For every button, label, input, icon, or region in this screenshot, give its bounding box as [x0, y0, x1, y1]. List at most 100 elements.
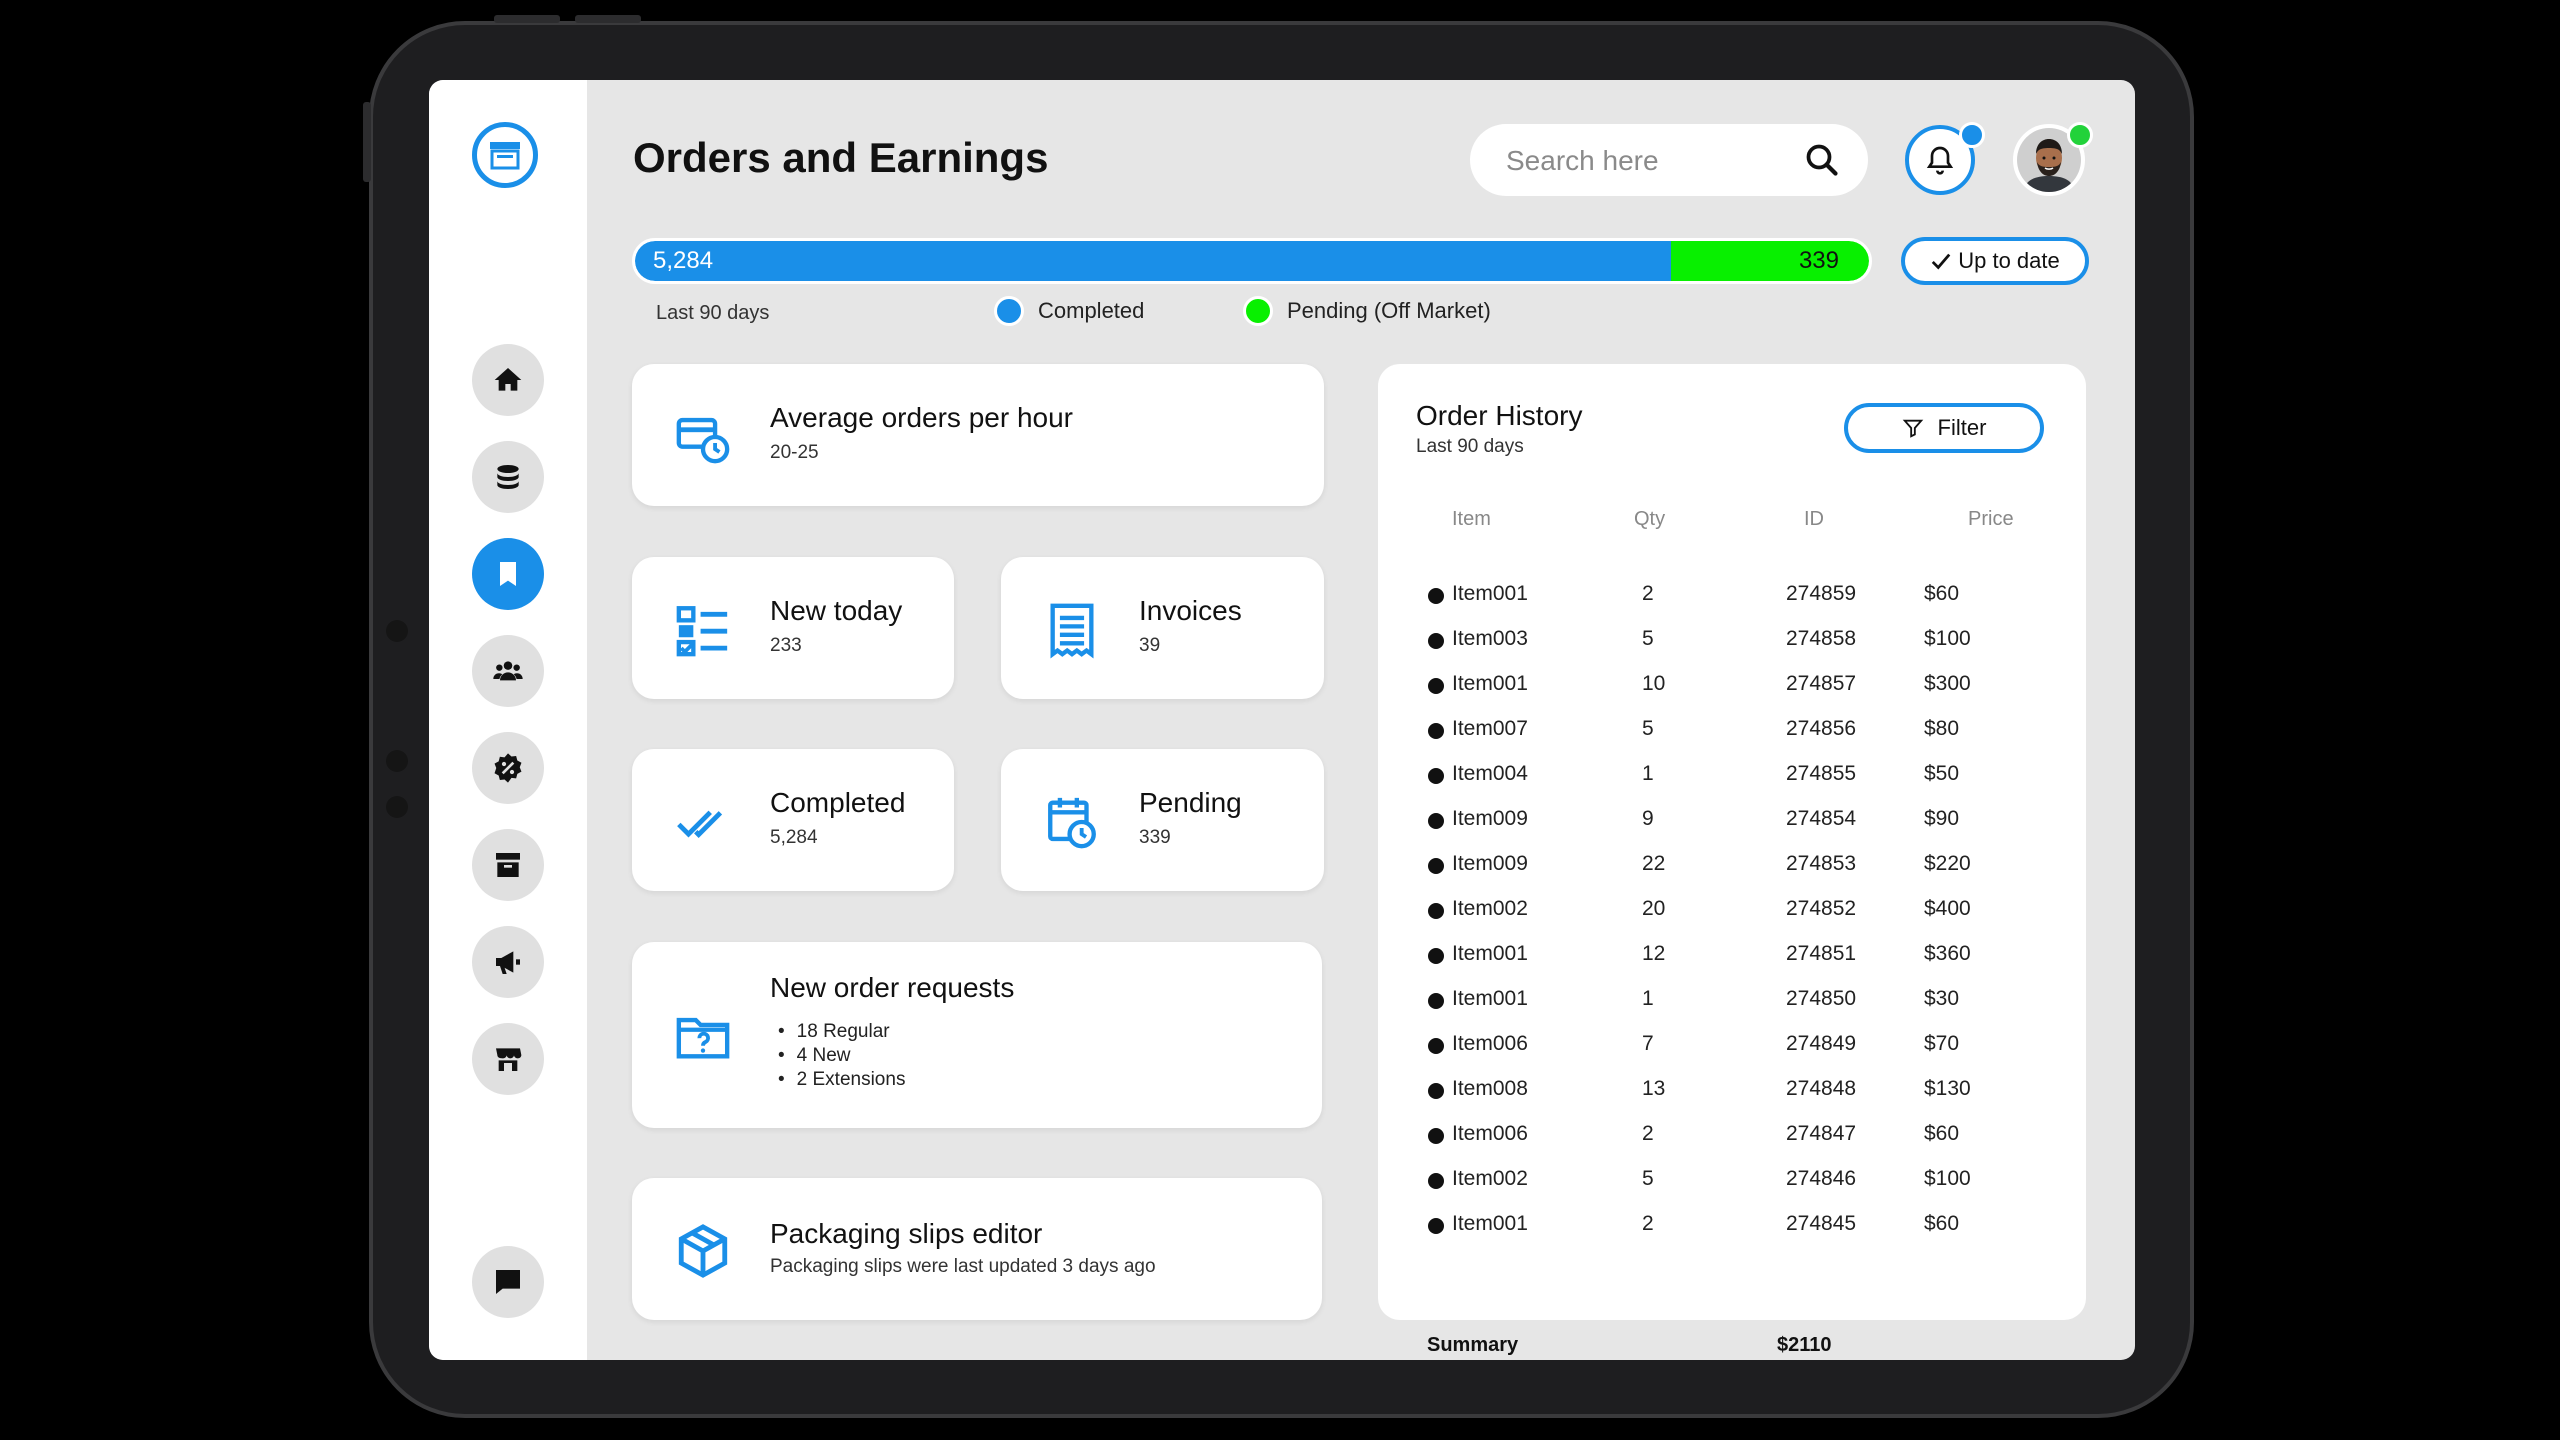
- cell-price: $60: [1924, 582, 1960, 605]
- sidebar-item-database[interactable]: [472, 441, 544, 513]
- table-row[interactable]: Item006 7 274849 $70: [1378, 1032, 2086, 1077]
- cell-id: 274859: [1786, 582, 1857, 605]
- invoices-title: Invoices: [1139, 595, 1242, 626]
- cell-item: Item004: [1452, 762, 1528, 785]
- cell-item: Item006: [1452, 1032, 1528, 1055]
- table-row[interactable]: Item007 5 274856 $80: [1378, 717, 2086, 762]
- cell-price: $130: [1924, 1077, 1971, 1100]
- new-today-card[interactable]: New today 233: [632, 557, 954, 699]
- row-bullet: [1428, 1083, 1444, 1099]
- pending-card[interactable]: Pending 339: [1001, 749, 1324, 891]
- sidebar-item-storefront[interactable]: [472, 1023, 544, 1095]
- table-row[interactable]: Item008 13 274848 $130: [1378, 1077, 2086, 1122]
- legend-pending-dot: [1243, 296, 1273, 326]
- cell-price: $70: [1924, 1032, 1960, 1055]
- cell-id: 274854: [1786, 807, 1857, 830]
- table-row[interactable]: Item009 9 274854 $90: [1378, 807, 2086, 852]
- row-bullet: [1428, 813, 1444, 829]
- cell-qty: 5: [1642, 1167, 1654, 1190]
- row-bullet: [1428, 678, 1444, 694]
- table-row[interactable]: Item001 1 274850 $30: [1378, 987, 2086, 1032]
- sidebar-item-users[interactable]: [472, 635, 544, 707]
- table-row[interactable]: Item002 20 274852 $400: [1378, 897, 2086, 942]
- table-row[interactable]: Item001 2 274859 $60: [1378, 582, 2086, 627]
- sidebar-item-chat[interactable]: [472, 1246, 544, 1318]
- completed-card[interactable]: Completed 5,284: [632, 749, 954, 891]
- cell-qty: 2: [1642, 1122, 1654, 1145]
- table-row[interactable]: Item001 2 274845 $60: [1378, 1212, 2086, 1257]
- page-title: Orders and Earnings: [633, 134, 1049, 181]
- pending-value: 339: [1139, 827, 1171, 848]
- cell-price: $30: [1924, 987, 1960, 1010]
- pending-segment: 339: [1671, 241, 1869, 281]
- cell-price: $100: [1924, 1167, 1971, 1190]
- column-header-item: Item: [1452, 508, 1491, 530]
- up-to-date-button[interactable]: Up to date: [1901, 237, 2089, 285]
- cell-price: $50: [1924, 762, 1960, 785]
- sidebar-item-archive[interactable]: [472, 829, 544, 901]
- table-row[interactable]: Item003 5 274858 $100: [1378, 627, 2086, 672]
- store-logo-icon[interactable]: [472, 122, 538, 188]
- archive-icon: [496, 853, 520, 877]
- cell-item: Item007: [1452, 717, 1528, 740]
- card-clock-icon: [676, 417, 730, 464]
- users-icon: [493, 661, 523, 681]
- table-row[interactable]: Item002 5 274846 $100: [1378, 1167, 2086, 1212]
- packaging-slips-card[interactable]: Packaging slips editor Packaging slips w…: [632, 1178, 1322, 1320]
- cell-id: 274846: [1786, 1167, 1857, 1190]
- order-history-panel: Order History Last 90 days Filter Item Q…: [1378, 364, 2086, 1356]
- cell-qty: 13: [1642, 1077, 1666, 1100]
- cell-price: $90: [1924, 807, 1960, 830]
- avg-orders-card[interactable]: Average orders per hour 20-25: [632, 364, 1324, 506]
- storefront-icon: [496, 1048, 522, 1071]
- table-row[interactable]: Item004 1 274855 $50: [1378, 762, 2086, 807]
- row-bullet: [1428, 993, 1444, 1009]
- cell-item: Item009: [1452, 807, 1528, 830]
- bookmark-icon: [500, 562, 516, 586]
- cell-id: 274858: [1786, 627, 1857, 650]
- calendar-clock-icon: [1048, 797, 1096, 849]
- sidebar-item-home[interactable]: [472, 344, 544, 416]
- table-row[interactable]: Item006 2 274847 $60: [1378, 1122, 2086, 1167]
- cell-qty: 22: [1642, 852, 1666, 875]
- legend-completed-dot: [994, 296, 1024, 326]
- table-row[interactable]: Item001 10 274857 $300: [1378, 672, 2086, 717]
- new-today-value: 233: [770, 635, 802, 656]
- cell-qty: 1: [1642, 762, 1654, 785]
- bell-icon: [1926, 146, 1954, 175]
- summary-label: Summary: [1427, 1334, 1519, 1356]
- cell-id: 274845: [1786, 1212, 1857, 1235]
- list-item: 4 New: [770, 1044, 905, 1068]
- packaging-subtitle: Packaging slips were last updated 3 days…: [770, 1256, 1156, 1277]
- new-order-requests-card[interactable]: New order requests 18 Regular 4 New 2 Ex…: [632, 942, 1322, 1128]
- new-order-requests-list: 18 Regular 4 New 2 Extensions: [770, 1020, 906, 1092]
- camera-dot: [386, 620, 408, 642]
- row-bullet: [1428, 723, 1444, 739]
- order-history-subtitle: Last 90 days: [1416, 436, 1524, 457]
- invoices-card[interactable]: Invoices 39: [1001, 557, 1324, 699]
- cell-id: 274852: [1786, 897, 1857, 920]
- cell-item: Item009: [1452, 852, 1528, 875]
- search-icon[interactable]: [1804, 142, 1840, 178]
- completed-value: 5,284: [770, 827, 818, 848]
- table-row[interactable]: Item009 22 274853 $220: [1378, 852, 2086, 897]
- cell-qty: 7: [1642, 1032, 1654, 1055]
- row-bullet: [1428, 1173, 1444, 1189]
- cell-id: 274855: [1786, 762, 1857, 785]
- table-row[interactable]: Item001 12 274851 $360: [1378, 942, 2086, 987]
- invoice-icon: [1050, 603, 1094, 659]
- sidebar-item-marketing[interactable]: [472, 926, 544, 998]
- sidebar-item-discounts[interactable]: [472, 732, 544, 804]
- cell-id: 274847: [1786, 1122, 1857, 1145]
- cell-price: $220: [1924, 852, 1971, 875]
- checklist-icon: [676, 606, 728, 657]
- search-box[interactable]: [1470, 124, 1868, 198]
- sidebar-item-bookmarks[interactable]: [472, 538, 544, 610]
- filter-button[interactable]: Filter: [1844, 403, 2044, 453]
- cell-item: Item006: [1452, 1122, 1528, 1145]
- folder-question-icon: [676, 1017, 730, 1059]
- cell-qty: 5: [1642, 717, 1654, 740]
- avg-orders-value: 20-25: [770, 442, 819, 463]
- cell-qty: 2: [1642, 582, 1654, 605]
- search-input[interactable]: [1504, 124, 1788, 198]
